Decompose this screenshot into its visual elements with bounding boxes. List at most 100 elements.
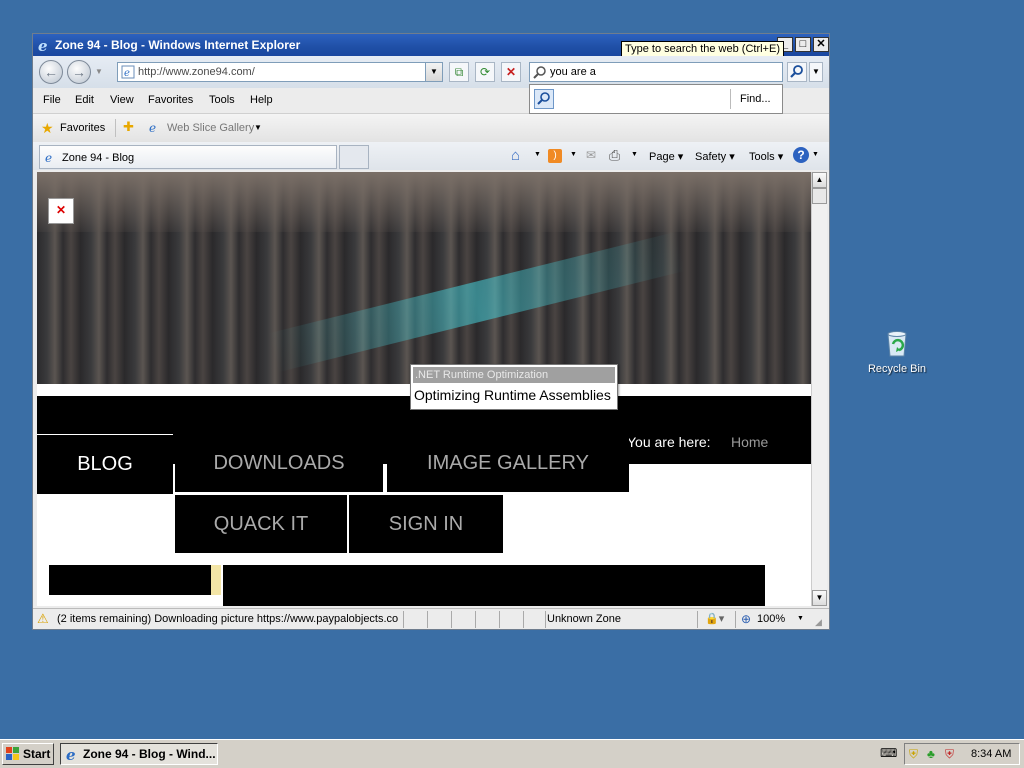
print-dropdown-icon[interactable]: ▼: [631, 151, 638, 158]
ie-window: e Zone 94 - Blog - Windows Internet Expl…: [32, 33, 830, 630]
help-dropdown-icon[interactable]: ▼: [812, 151, 819, 158]
search-value: you are a: [550, 66, 596, 78]
svg-text:e: e: [38, 37, 48, 53]
nav-sign-in[interactable]: SIGN IN: [349, 495, 503, 553]
read-mail-icon[interactable]: ✉: [586, 148, 596, 162]
safety-menu[interactable]: Safety ▾: [695, 150, 735, 163]
system-tray: ⛨ ♣ ⛨ 8:34 AM: [904, 743, 1020, 765]
scroll-thumb[interactable]: [812, 188, 827, 204]
home-icon[interactable]: ⌂: [511, 147, 520, 164]
scroll-up-button[interactable]: ▲: [812, 172, 827, 188]
tab-row: e Zone 94 - Blog ⌂ ▼ ) ▼ ✉ ⎙ ▼ Page ▾ Sa…: [33, 142, 829, 170]
compatibility-view-button[interactable]: ⧉: [449, 62, 469, 82]
tab-zone94-blog[interactable]: e Zone 94 - Blog: [39, 145, 337, 169]
scroll-down-button[interactable]: ▼: [812, 590, 827, 606]
refresh-button[interactable]: ⟳: [475, 62, 495, 82]
zoom-dropdown-icon[interactable]: ▼: [797, 615, 804, 622]
security-zone: Unknown Zone: [547, 613, 621, 625]
search-provider-icon[interactable]: [534, 89, 554, 109]
favorites-bar: ★ Favorites ✚ e Web Slice Gallery ▼: [33, 113, 829, 142]
status-divider: [735, 611, 736, 628]
menu-tools[interactable]: Tools: [209, 94, 235, 106]
popup-body: Optimizing Runtime Assemblies: [414, 387, 611, 403]
recycle-bin-label: Recycle Bin: [867, 363, 927, 375]
web-content: You are here: Home BLOG DOWNLOADS IMAGE …: [37, 172, 811, 606]
taskbar-clock[interactable]: 8:34 AM: [971, 748, 1011, 760]
protected-mode-icon[interactable]: 🔒▾: [705, 612, 724, 625]
search-suggestions-dropdown: Find...: [529, 84, 783, 114]
broken-image-icon: [48, 198, 74, 224]
find-on-page-link[interactable]: Find...: [740, 93, 771, 105]
dotnet-optimization-popup: .NET Runtime Optimization Optimizing Run…: [410, 364, 618, 410]
security-shield-tray-icon[interactable]: ⛨: [909, 747, 918, 762]
tab-page-icon: e: [44, 150, 58, 165]
menu-file[interactable]: File: [43, 94, 61, 106]
web-slice-dropdown-icon[interactable]: ▼: [254, 123, 262, 132]
menu-edit[interactable]: Edit: [75, 94, 94, 106]
svg-text:e: e: [124, 68, 130, 79]
page-menu[interactable]: Page ▾: [649, 150, 683, 163]
network-tray-icon[interactable]: ♣: [927, 747, 935, 761]
zoom-icon[interactable]: ⊕: [741, 612, 751, 626]
breadcrumb-home-link[interactable]: Home: [731, 434, 768, 450]
content-block-main: [223, 565, 765, 606]
add-favorites-icon[interactable]: ✚: [123, 119, 134, 135]
status-divider: [523, 611, 524, 628]
maximize-button[interactable]: □: [795, 37, 811, 52]
city-banner-image: [37, 172, 811, 384]
tools-menu-label: Tools: [749, 151, 775, 163]
start-button[interactable]: Start: [2, 743, 54, 765]
nav-image-gallery[interactable]: IMAGE GALLERY: [387, 434, 629, 492]
stop-button[interactable]: ✕: [501, 62, 521, 82]
back-button[interactable]: ←: [39, 60, 63, 84]
address-bar[interactable]: e http://www.zone94.com/: [117, 62, 443, 82]
help-icon[interactable]: ?: [793, 147, 809, 163]
status-divider: [475, 611, 476, 628]
window-title: Zone 94 - Blog - Windows Internet Explor…: [55, 38, 301, 52]
search-input[interactable]: you are a: [529, 62, 783, 82]
status-message: (2 items remaining) Downloading picture …: [57, 613, 399, 625]
close-window-button[interactable]: ✕: [813, 37, 829, 52]
address-dropdown-button[interactable]: ▼: [425, 62, 443, 82]
ie-logo-icon: e: [37, 37, 53, 55]
zoom-level[interactable]: 100%: [757, 613, 785, 625]
home-dropdown-icon[interactable]: ▼: [534, 151, 541, 158]
feeds-dropdown-icon[interactable]: ▼: [570, 151, 577, 158]
recycle-bin-desktop-icon[interactable]: Recycle Bin: [862, 328, 932, 375]
nav-downloads[interactable]: DOWNLOADS: [175, 434, 383, 492]
taskbar-ie-window[interactable]: e Zone 94 - Blog - Wind...: [60, 743, 218, 765]
resize-grip-icon[interactable]: ◢: [815, 617, 822, 628]
content-block-edge: [211, 565, 221, 595]
nav-blog[interactable]: BLOG: [37, 434, 173, 494]
menu-help[interactable]: Help: [250, 94, 273, 106]
search-go-button[interactable]: [787, 62, 807, 82]
content-block-left: [49, 565, 211, 595]
web-slice-gallery-link[interactable]: Web Slice Gallery: [167, 122, 254, 134]
tools-menu[interactable]: Tools ▾: [749, 150, 783, 163]
alert-tray-icon[interactable]: ⛨: [945, 747, 954, 762]
favorites-star-icon: ★: [41, 120, 54, 136]
search-options-button[interactable]: ▼: [809, 62, 823, 82]
recent-pages-dropdown-icon[interactable]: ▼: [95, 67, 103, 76]
nav-quack-it[interactable]: QUACK IT: [175, 495, 347, 553]
svg-text:e: e: [149, 121, 156, 134]
keyboard-tray-icon[interactable]: ⌨: [880, 746, 897, 760]
taskbar-ie-icon: e: [65, 746, 81, 764]
status-divider: [451, 611, 452, 628]
nav-gap: [631, 464, 811, 476]
favorites-divider: [115, 119, 116, 137]
favorites-button[interactable]: Favorites: [60, 122, 105, 134]
print-icon[interactable]: ⎙: [609, 147, 620, 164]
feeds-icon[interactable]: ): [548, 149, 562, 163]
status-divider: [697, 611, 698, 628]
menu-favorites[interactable]: Favorites: [148, 94, 193, 106]
page-menu-label: Page: [649, 151, 675, 163]
nav-quack-label: QUACK IT: [213, 513, 309, 535]
menu-view[interactable]: View: [110, 94, 134, 106]
dropdown-separator: [730, 89, 731, 109]
forward-button[interactable]: →: [67, 60, 91, 84]
banner-rail-glow: [268, 231, 686, 373]
breadcrumb-prefix: You are here:: [627, 434, 711, 450]
vertical-scrollbar[interactable]: ▲ ▼: [811, 172, 827, 606]
new-tab-button[interactable]: [339, 145, 369, 169]
